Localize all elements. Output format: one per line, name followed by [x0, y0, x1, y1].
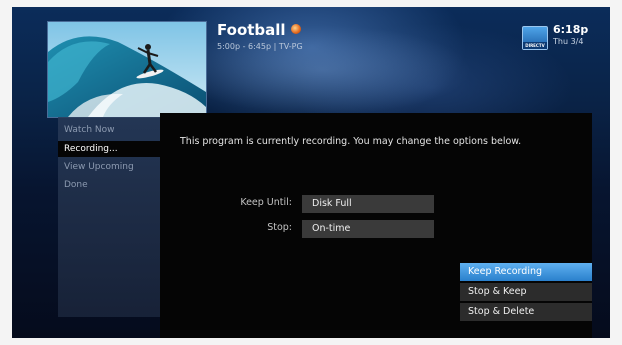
- directv-logo-icon: DIRECTV: [522, 26, 548, 50]
- keep-until-label: Keep Until:: [240, 197, 292, 208]
- menu-item-watch-now[interactable]: Watch Now: [64, 125, 114, 135]
- menu-item-recording[interactable]: Recording...: [64, 144, 118, 154]
- menu-item-done[interactable]: Done: [64, 180, 88, 190]
- clock: 6:18p: [553, 23, 589, 36]
- tv-screen: Football 5:00p - 6:45p | TV-PG DIRECTV 6…: [12, 7, 610, 338]
- keep-recording-button[interactable]: Keep Recording: [460, 263, 592, 281]
- stop-label: Stop:: [267, 222, 292, 233]
- recording-message: This program is currently recording. You…: [180, 136, 522, 147]
- stop-and-keep-button[interactable]: Stop & Keep: [460, 283, 592, 301]
- stop-value[interactable]: On-time: [302, 220, 434, 238]
- program-thumbnail: [47, 21, 207, 118]
- side-menu: Watch Now Recording... View Upcoming Don…: [58, 117, 172, 317]
- stop-and-delete-button[interactable]: Stop & Delete: [460, 303, 592, 321]
- date: Thu 3/4: [553, 37, 584, 46]
- program-time-rating: 5:00p - 6:45p | TV-PG: [217, 42, 303, 51]
- keep-until-value[interactable]: Disk Full: [302, 195, 434, 213]
- recording-dot-icon: [290, 24, 301, 34]
- program-title-text: Football: [217, 21, 286, 39]
- menu-item-view-upcoming[interactable]: View Upcoming: [64, 162, 134, 172]
- logo-label: DIRECTV: [523, 42, 547, 49]
- program-title: Football: [217, 21, 301, 39]
